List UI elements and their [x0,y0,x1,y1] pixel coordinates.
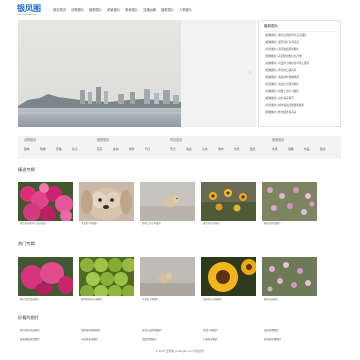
recommended-link[interactable]: 清新绿叶植物图片 [81,329,101,333]
category-link[interactable]: 兔子 [72,148,78,151]
recommended-link[interactable]: 粉红色的花朵图片 [20,329,40,333]
category-title-scenery[interactable]: 风景图片 [170,138,183,142]
category-link[interactable]: 城市 [218,148,224,151]
category-link[interactable]: 多肉 [113,148,119,151]
category-link[interactable]: 竹子 [145,148,151,151]
category-link[interactable]: 甜点 [320,148,326,151]
nav-item-food[interactable]: 美食图片 [125,7,138,13]
recommended-link[interactable]: 城市建筑夜景图片 [20,338,40,342]
latest-images-title: 最新图片 [264,24,279,28]
featured-card-image[interactable] [140,182,195,221]
section-title-recommended: 好看的图片 [18,315,39,320]
category-link[interactable]: 夜景 [250,148,256,151]
category-link[interactable]: 熊猫 [56,148,62,151]
latest-image-link[interactable]: [植物图片] 黄色向日葵花海 [265,69,296,73]
latest-image-link[interactable]: [植物图片] 紫红色羽毛叶片花卉图片 [265,34,307,38]
image-caption[interactable]: 草地上的小狗图片 [142,222,161,225]
image-caption[interactable]: 新鲜的绿色水果图片 [81,298,103,301]
nav-item-home[interactable]: 网站首页 [53,7,66,13]
divider [264,31,336,32]
category-link[interactable]: 山水 [202,148,208,151]
latest-image-link[interactable]: [风景图片] 城市湖边高楼建筑图片 [265,104,304,108]
latest-image-link[interactable]: [植物图片] 花园里的粉红色月季 [265,55,302,59]
recommended-link[interactable]: 海边风景图片 [264,329,279,333]
category-link[interactable]: 猫咪 [24,148,30,151]
image-caption[interactable]: 可爱的小狗图片 [81,222,98,225]
nav-item-animals[interactable]: 动物图片 [71,7,84,13]
category-link[interactable]: 雪景 [234,148,240,151]
nav-item-transport[interactable]: 交通运输 [143,7,156,13]
section-title-hot: 热门专辑 [18,241,35,246]
recommended-link[interactable]: 白色菊花图片 [203,338,218,342]
featured-card-image[interactable] [262,182,317,221]
image-caption[interactable]: 紫红色羽毛叶片花卉图片 [20,222,46,225]
category-link[interactable]: 海边 [186,148,192,151]
image-caption[interactable]: 黄色的向日葵花 [203,222,220,225]
category-link[interactable]: 蛋糕 [288,148,294,151]
recommended-link[interactable]: 湖边风景图片 [142,338,157,342]
logo-text: 银凤图 [17,3,41,13]
recommended-link[interactable]: 粉色郁金香图片 [264,338,282,342]
image-caption[interactable]: 粉色花朵图片 [264,298,278,301]
hot-card-image[interactable] [262,257,317,296]
category-link[interactable]: 绿萝 [129,148,135,151]
section-title-featured: 精选专辑 [18,167,35,172]
featured-card-image[interactable] [79,182,134,221]
logo-subtext: www.yinfengtu.com [17,14,37,16]
hot-card-image[interactable] [18,257,73,296]
slider-prev-arrow[interactable]: ‹ [20,70,22,76]
latest-image-link[interactable]: [动物图片] 树枝上的小鸟图片 [265,90,299,94]
latest-image-link[interactable]: [风景图片] 满天晚霞风景图片 [265,48,299,52]
nav-item-architecture[interactable]: 建筑图片 [161,7,174,13]
latest-image-link[interactable]: [风景图片] 海边日出风景图片 [265,83,299,87]
nav-item-people[interactable]: 人物图片 [179,7,192,13]
slider-next-arrow[interactable]: › [249,70,251,76]
image-caption[interactable]: 金黄色向日葵图片 [203,298,222,301]
latest-image-link[interactable]: [植物图片] 粉色郁金香花朵 [265,111,296,115]
category-title-animals[interactable]: 动物图片 [24,138,37,142]
category-bar: 动物图片 猫咪 狗狗 熊猫 兔子 植物图片 花卉 多肉 绿萝 竹子 风景图片 天… [18,136,341,159]
hot-card-image[interactable] [79,257,134,296]
recommended-link[interactable]: 可爱小狗图片 [203,329,218,333]
image-caption[interactable]: 粉色的野花图片 [264,222,281,225]
latest-image-link[interactable]: [植物图片] 盛开的红色鸡冠花 [265,41,299,45]
category-link[interactable]: 狗狗 [40,148,46,151]
image-caption[interactable]: 粉红色鸡冠花图片 [20,298,39,301]
latest-image-link[interactable]: [植物图片] 清新绿叶植物壁纸 [265,76,299,80]
category-title-plants[interactable]: 植物图片 [97,138,110,142]
nav-item-plants[interactable]: 植物图片 [89,7,102,13]
featured-card-image[interactable] [201,182,256,221]
latest-images-box: 最新图片 [植物图片] 紫红色羽毛叶片花卉图片 [植物图片] 盛开的红色鸡冠花 … [258,20,341,127]
recommended-link[interactable]: 向日葵花海图片 [81,338,99,342]
nav-item-scenery[interactable]: 风景图片 [107,7,120,13]
category-link[interactable]: 饮品 [304,148,310,151]
latest-image-link[interactable]: [植物图片] 白色菊花特写 [265,97,294,101]
hot-card-image[interactable] [201,257,256,296]
hot-card-image[interactable] [140,257,195,296]
category-link[interactable]: 水果 [272,148,278,151]
hero-side-panel [181,20,256,127]
recommended-link[interactable]: 蓝天白云风景图片 [142,329,162,333]
category-title-food[interactable]: 美食图片 [272,138,285,142]
footer-copyright: © 2023 银凤图 yinfengtu.com 版权所有 [155,350,205,353]
featured-card-image[interactable] [18,182,73,221]
image-caption[interactable]: 可爱的小狗图片 [142,298,159,301]
site-logo[interactable]: 银凤图 www.yinfengtu.com [17,3,41,19]
category-link[interactable]: 花卉 [97,148,103,151]
latest-image-link[interactable]: [动物图片] 可爱的小狗趴在草地上图片 [265,62,309,66]
category-link[interactable]: 天空 [170,148,176,151]
